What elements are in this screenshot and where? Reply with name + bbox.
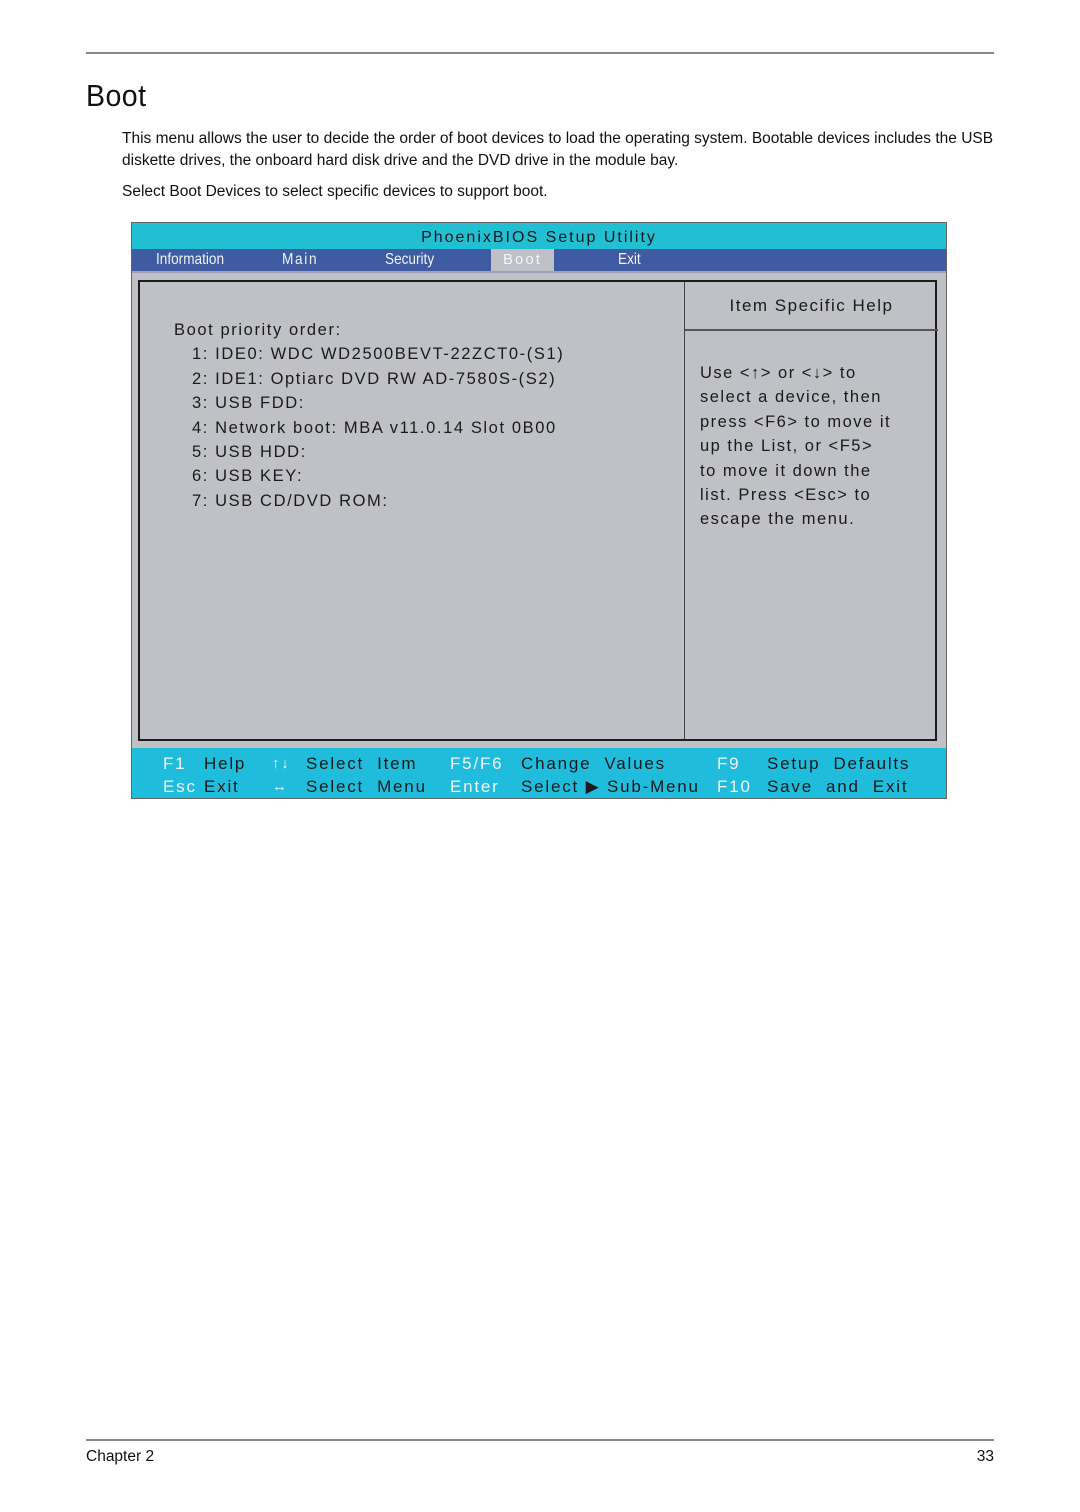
key-f10: F10 xyxy=(717,777,752,796)
help-text: Use <↑> or <↓> to select a device, then pr… xyxy=(685,331,938,532)
menu-tab-main[interactable]: Main xyxy=(282,249,318,271)
left-right-arrows-icon: ↔ xyxy=(272,778,289,795)
boot-priority-list: Boot priority order: 1: IDE0: WDC WD2500… xyxy=(174,318,564,513)
page-number: 33 xyxy=(976,1448,994,1465)
item-specific-help-panel: Item Specific Help Use <↑> or <↓> to sele… xyxy=(684,282,938,739)
key-enter-action: Select ▶ Sub-Menu xyxy=(521,777,700,796)
key-f10-action: Save and Exit xyxy=(767,777,909,796)
boot-device-item[interactable]: 2: IDE1: Optiarc DVD RW AD-7580S-(S2) xyxy=(174,367,564,391)
intro-paragraph: This menu allows the user to decide the … xyxy=(122,130,994,169)
menu-tab-security[interactable]: Security xyxy=(385,249,434,271)
bios-menu-bar: Information Main Security Boot Exit xyxy=(132,249,946,273)
bios-content-frame: Boot priority order: 1: IDE0: WDC WD2500… xyxy=(138,280,938,741)
help-line: escape the menu. xyxy=(700,510,856,529)
boot-device-item[interactable]: 6: USB KEY: xyxy=(174,464,564,488)
up-down-arrows-icon: ↑↓ xyxy=(272,755,291,772)
help-line: up the List, or <F5> xyxy=(700,437,874,456)
chapter-label: Chapter 2 xyxy=(86,1448,155,1465)
help-line: to move it down the xyxy=(700,461,872,480)
boot-device-item[interactable]: 5: USB HDD: xyxy=(174,440,564,464)
boot-device-item[interactable]: 7: USB CD/DVD ROM: xyxy=(174,489,564,513)
help-line: list. Press <Esc> to xyxy=(700,486,872,505)
key-f9: F9 xyxy=(717,754,741,773)
key-updown-action: Select Item xyxy=(306,754,418,773)
page-title: Boot xyxy=(86,78,147,113)
key-enter: Enter xyxy=(450,777,500,796)
boot-device-item[interactable]: 4: Network boot: MBA v11.0.14 Slot 0B00 xyxy=(174,416,564,440)
boot-device-item[interactable]: 1: IDE0: WDC WD2500BEVT-22ZCT0-(S1) xyxy=(174,342,564,366)
header-rule xyxy=(86,52,994,54)
key-f1-action: Help xyxy=(204,754,247,773)
boot-priority-label: Boot priority order: xyxy=(174,321,342,339)
key-f5f6-action: Change Values xyxy=(521,754,666,773)
key-f5f6: F5/F6 xyxy=(450,754,504,773)
boot-device-item[interactable]: 3: USB FDD: xyxy=(174,391,564,415)
bios-key-legend: F1 Help ↑↓ Select Item F5/F6 Change Valu… xyxy=(132,748,946,798)
footer-rule xyxy=(86,1439,994,1441)
help-header: Item Specific Help xyxy=(685,282,938,331)
bios-title-bar: PhoenixBIOS Setup Utility xyxy=(132,223,946,249)
key-f9-action: Setup Defaults xyxy=(767,754,911,773)
key-esc-action: Exit xyxy=(204,777,240,796)
instruction-paragraph: Select Boot Devices to select specific d… xyxy=(122,183,548,200)
key-esc: Esc xyxy=(163,777,197,796)
menu-tab-boot[interactable]: Boot xyxy=(491,249,554,271)
help-line: Use <↑> or <↓> to xyxy=(700,364,857,382)
key-leftright-action: Select Menu xyxy=(306,777,427,796)
help-line: press <F6> to move it xyxy=(700,412,892,431)
help-line: select a device, then xyxy=(700,388,882,407)
key-f1: F1 xyxy=(163,754,187,773)
menu-tab-information[interactable]: Information xyxy=(156,249,224,271)
menu-tab-exit[interactable]: Exit xyxy=(618,249,641,271)
bios-screenshot: PhoenixBIOS Setup Utility Information Ma… xyxy=(131,222,947,799)
